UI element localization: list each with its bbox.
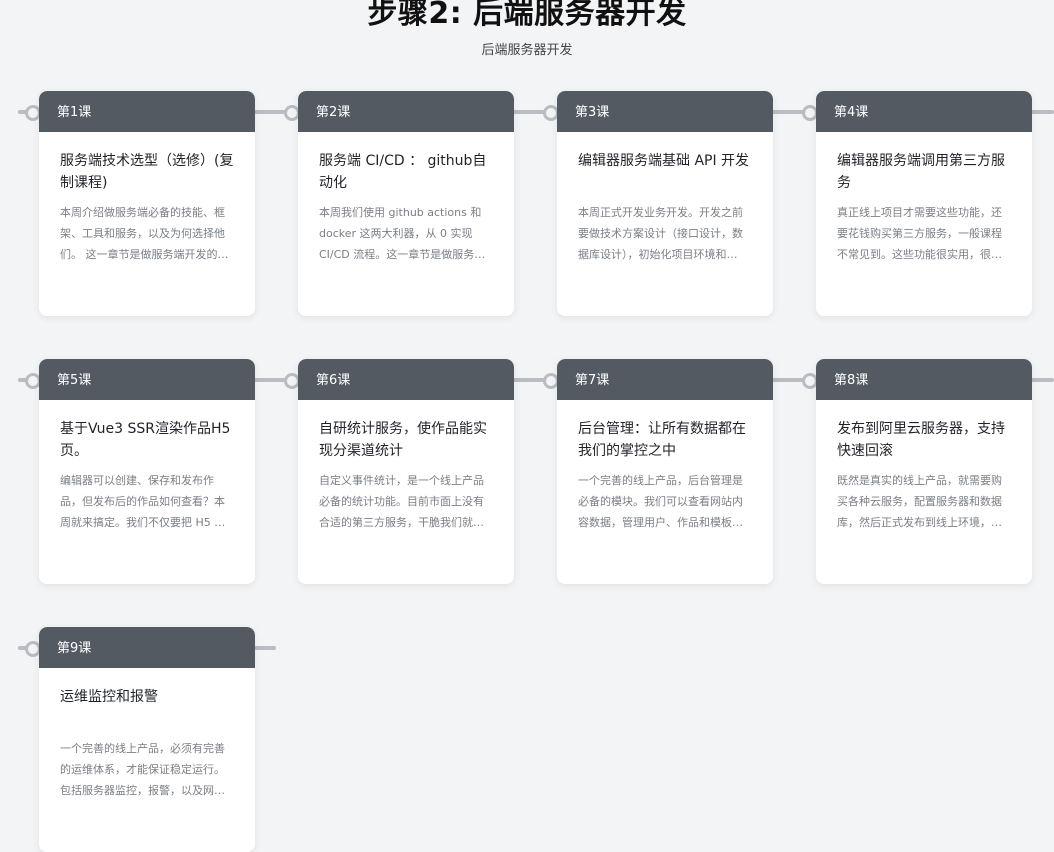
- lesson-label: 第2课: [298, 91, 514, 132]
- lesson-description: 自定义事件统计，是一个线上产品必备的统计功能。目前市面上没有合适的第三方服务，干…: [319, 474, 484, 529]
- lesson-card-9[interactable]: 第9课 运维监控和报警 一个完善的线上产品，必须有完善的运维体系，才能保证稳定运…: [39, 627, 255, 852]
- lesson-label: 第5课: [39, 359, 255, 400]
- lesson-title[interactable]: 后台管理：让所有数据都在我们的掌控之中: [578, 418, 753, 462]
- lesson-card-7[interactable]: 第7课 后台管理：让所有数据都在我们的掌控之中 一个完善的线上产品，后台管理是必…: [557, 359, 773, 584]
- timeline-row-2: 第5课 基于Vue3 SSR渲染作品H5页。 编辑器可以创建、保存和发布作品，但…: [0, 358, 1054, 584]
- lesson-description: 一个完善的线上产品，后台管理是必备的模块。我们可以查看网站内容数据，管理用户、作…: [578, 474, 743, 529]
- lesson-title[interactable]: 服务端技术选型（选修）(复制课程): [60, 150, 235, 194]
- lesson-card-8[interactable]: 第8课 发布到阿里云服务器，支持快速回滚 既然是真实的线上产品，就需要购买各种云…: [816, 359, 1032, 584]
- lesson-card-3[interactable]: 第3课 编辑器服务端基础 API 开发 本周正式开发业务开发。开发之前要做技术方…: [557, 91, 773, 316]
- lesson-title[interactable]: 编辑器服务端调用第三方服务: [837, 150, 1012, 194]
- lesson-title[interactable]: 基于Vue3 SSR渲染作品H5页。: [60, 418, 235, 462]
- lesson-title[interactable]: 发布到阿里云服务器，支持快速回滚: [837, 418, 1012, 462]
- lesson-card-6[interactable]: 第6课 自研统计服务，使作品能实现分渠道统计 自定义事件统计，是一个线上产品必备…: [298, 359, 514, 584]
- timeline-row-3: 第9课 运维监控和报警 一个完善的线上产品，必须有完善的运维体系，才能保证稳定运…: [0, 626, 1054, 852]
- lesson-card-2[interactable]: 第2课 服务端 CI/CD ： github自动化 本周我们使用 github …: [298, 91, 514, 316]
- lesson-label: 第8课: [816, 359, 1032, 400]
- page-title: 步骤2: 后端服务器开发: [367, 0, 687, 31]
- lesson-label: 第7课: [557, 359, 773, 400]
- lesson-description: 真正线上项目才需要这些功能，还要花钱购买第三方服务，一般课程不常见到。这些功能很…: [837, 206, 1002, 261]
- lesson-description: 本周介绍做服务端必备的技能、框架、工具和服务，以及为何选择他们。 这一章节是做服…: [60, 206, 229, 261]
- lesson-card-1[interactable]: 第1课 服务端技术选型（选修）(复制课程) 本周介绍做服务端必备的技能、框架、工…: [39, 91, 255, 316]
- lesson-title[interactable]: 自研统计服务，使作品能实现分渠道统计: [319, 418, 494, 462]
- lesson-title[interactable]: 服务端 CI/CD ： github自动化: [319, 150, 494, 194]
- lesson-description: 本周我们使用 github actions 和 docker 这两大利器，从 0…: [319, 206, 486, 261]
- lesson-label: 第6课: [298, 359, 514, 400]
- lesson-description: 既然是真实的线上产品，就需要购买各种云服务，配置服务器和数据库，然后正式发布到线…: [837, 474, 1002, 529]
- lesson-card-5[interactable]: 第5课 基于Vue3 SSR渲染作品H5页。 编辑器可以创建、保存和发布作品，但…: [39, 359, 255, 584]
- lesson-label: 第3课: [557, 91, 773, 132]
- lesson-label: 第1课: [39, 91, 255, 132]
- page-subtitle: 后端服务器开发: [481, 43, 573, 58]
- lesson-description: 编辑器可以创建、保存和发布作品，但发布后的作品如何查看？本周就来搞定。我们不仅要…: [60, 474, 226, 529]
- lesson-title[interactable]: 编辑器服务端基础 API 开发: [578, 150, 753, 194]
- lesson-title[interactable]: 运维监控和报警: [60, 686, 235, 730]
- lesson-card-4[interactable]: 第4课 编辑器服务端调用第三方服务 真正线上项目才需要这些功能，还要花钱购买第三…: [816, 91, 1032, 316]
- lesson-label: 第9课: [39, 627, 255, 668]
- lesson-description: 本周正式开发业务开发。开发之前要做技术方案设计（接口设计，数据库设计），初始化项…: [578, 206, 743, 261]
- lesson-description: 一个完善的线上产品，必须有完善的运维体系，才能保证稳定运行。包括服务器监控，报警…: [60, 742, 225, 797]
- lesson-label: 第4课: [816, 91, 1032, 132]
- timeline-row-1: 第1课 服务端技术选型（选修）(复制课程) 本周介绍做服务端必备的技能、框架、工…: [0, 90, 1054, 316]
